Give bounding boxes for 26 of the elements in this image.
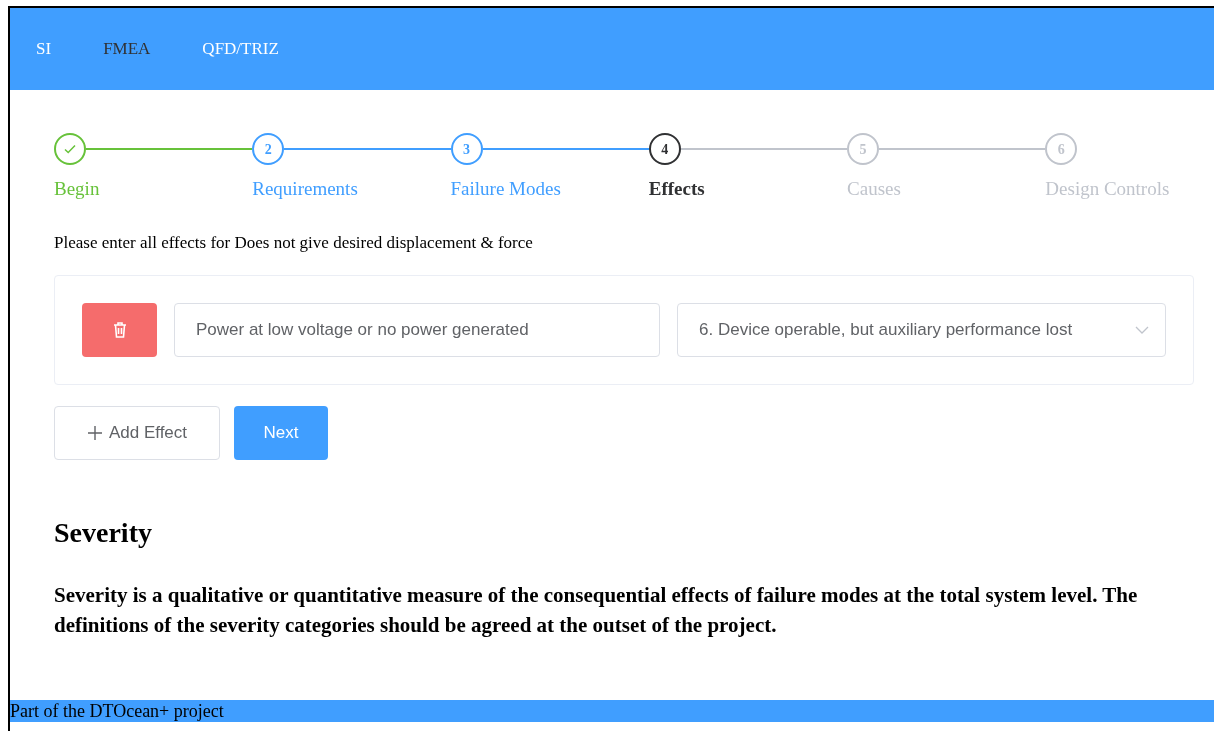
section-heading: Severity [54,516,153,550]
chevron-down-icon [1135,326,1149,334]
nav-link[interactable]: SI [36,36,52,62]
step-number: 6 [1045,133,1078,165]
footer-text: Part of the DTOcean+ project [10,702,224,720]
step-label[interactable]: Failure Modes [450,175,649,204]
step-label[interactable]: Effects [648,175,848,204]
severity-select[interactable]: 6. Device operable, but auxiliary performance lost [677,303,1166,357]
step-number: 4 [648,133,681,165]
step-label[interactable]: Begin [54,175,253,204]
instruction-text: Please enter all effects for Does not give desired displacement & force [54,231,534,254]
plus-icon [86,425,103,441]
effect-input[interactable]: Power at low voltage or no power generated [174,303,660,357]
next-button[interactable]: Next [234,406,328,460]
step-label[interactable]: Requirements [252,175,451,204]
step-number: 3 [450,133,483,165]
step-number: 2 [252,133,285,165]
add-effect-button[interactable]: Add Effect [54,406,220,460]
delete-button[interactable] [82,303,157,357]
trash-icon [111,321,128,339]
step-number: 5 [847,133,880,165]
nav-link[interactable]: QFD/TRIZ [202,36,279,62]
nav-link[interactable]: FMEA [103,36,151,62]
step-label[interactable]: Causes [847,175,1046,204]
section-paragraph: Severity is a qualitative or quantitative measure of the consequential effects of failure modes at the total system level. The definitions of the severity categories should be agreed at the outset of the project. [54,582,1139,639]
step-label[interactable]: Design Controls [1045,175,1195,204]
